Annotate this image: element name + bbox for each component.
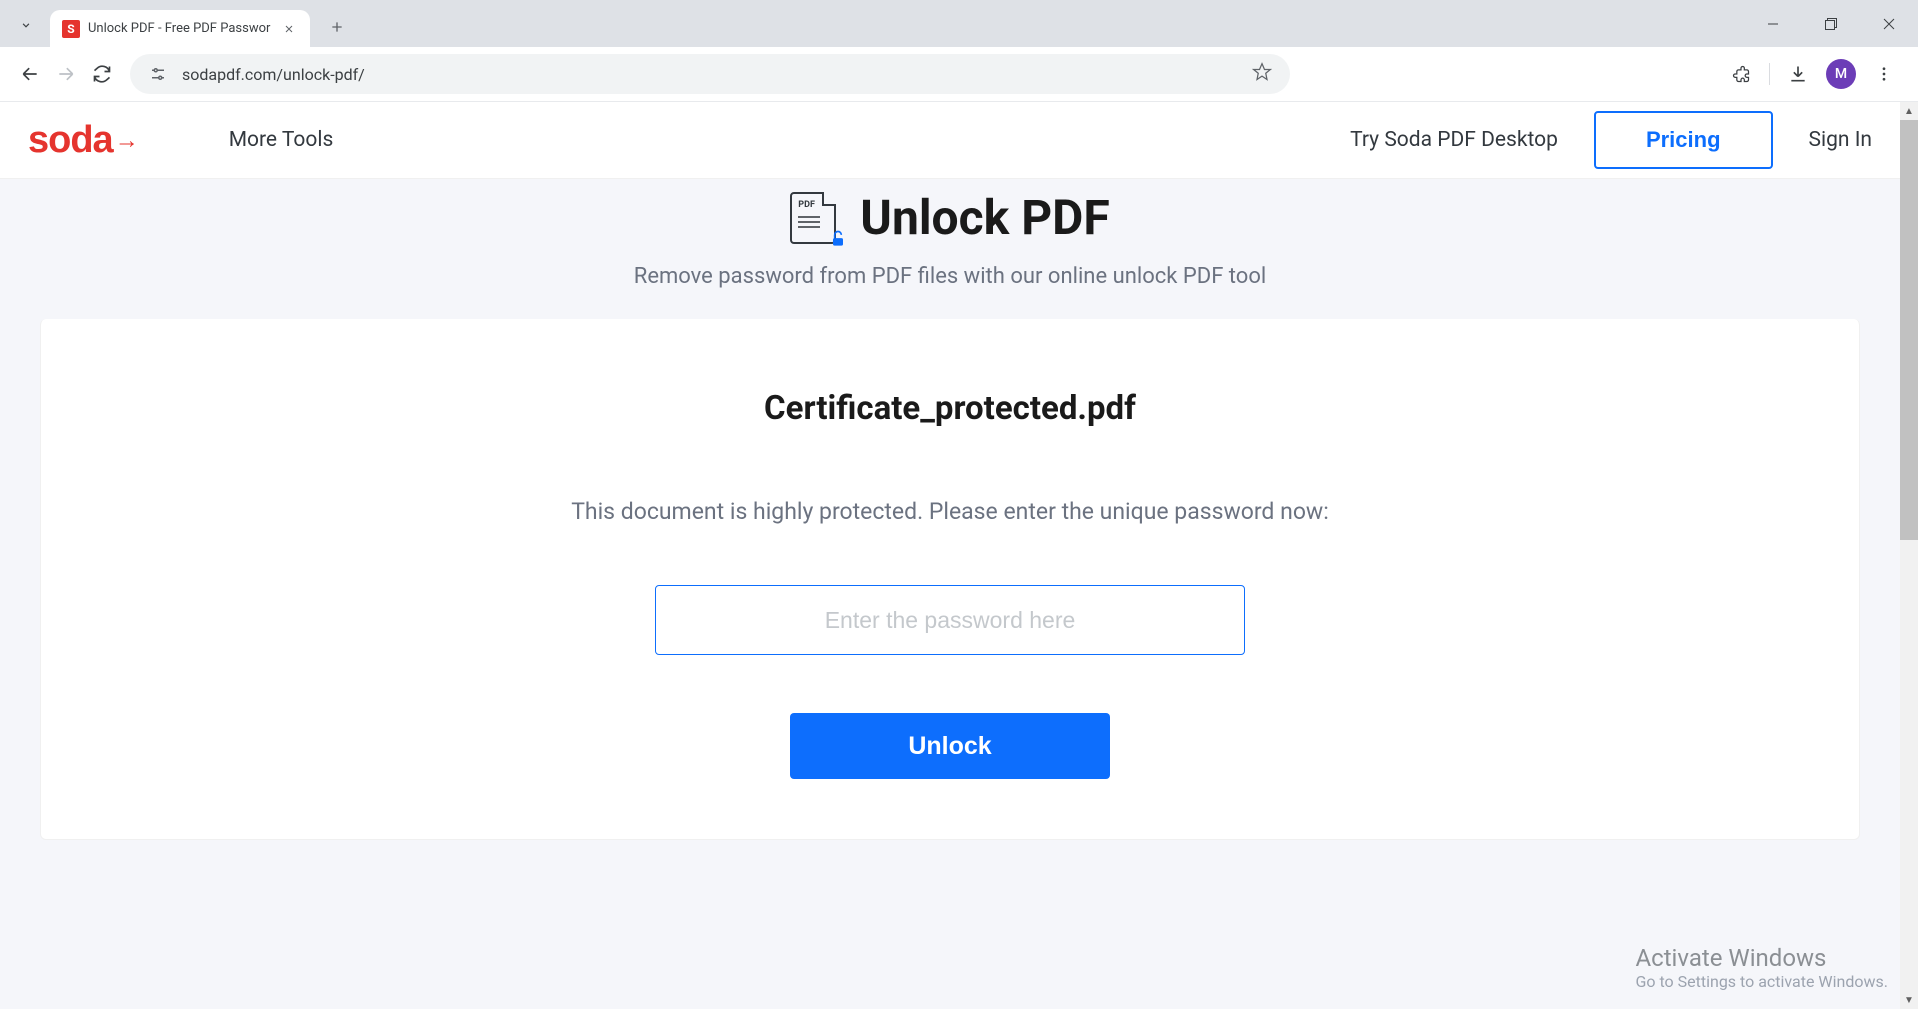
minimize-icon [1767,18,1779,30]
scrollbar-thumb[interactable] [1900,120,1918,540]
window-controls [1744,0,1918,47]
nav-sign-in[interactable]: Sign In [1809,128,1872,152]
puzzle-icon [1731,64,1751,84]
back-button[interactable] [12,56,48,92]
tab-close-button[interactable] [280,20,298,38]
browser-tab-strip: S Unlock PDF - Free PDF Passwor [0,0,1918,47]
favicon-icon: S [62,20,80,38]
logo[interactable]: soda → [28,119,139,162]
profile-button[interactable]: M [1826,59,1856,89]
filename-heading: Certificate_protected.pdf [81,389,1819,428]
chrome-menu-button[interactable] [1870,60,1898,88]
instruction-text: This document is highly protected. Pleas… [81,498,1819,525]
star-icon [1252,62,1272,82]
kebab-icon [1875,65,1893,83]
scrollbar[interactable]: ▲ ▼ [1900,102,1918,1009]
page-viewport: soda → More Tools Try Soda PDF Desktop P… [0,102,1918,1009]
page-title: Unlock PDF [860,189,1109,246]
logo-text: soda [28,119,113,162]
nav-try-desktop[interactable]: Try Soda PDF Desktop [1350,128,1558,152]
unlock-button[interactable]: Unlock [790,713,1110,779]
downloads-button[interactable] [1784,60,1812,88]
forward-button[interactable] [48,56,84,92]
unlock-card: Certificate_protected.pdf This document … [40,319,1860,840]
site-info-button[interactable] [148,64,168,84]
pdf-unlock-icon: PDF [790,192,840,244]
password-input[interactable] [655,585,1245,655]
tab-title: Unlock PDF - Free PDF Passwor [88,21,274,36]
browser-toolbar: sodapdf.com/unlock-pdf/ M [0,47,1918,102]
scrollbar-down-button[interactable]: ▼ [1900,991,1918,1009]
extensions-button[interactable] [1727,60,1755,88]
arrow-left-icon [20,64,40,84]
page-subtitle: Remove password from PDF files with our … [0,264,1900,289]
reload-button[interactable] [84,56,120,92]
tab-search-dropdown[interactable] [8,7,44,43]
close-window-button[interactable] [1860,0,1918,47]
arrow-right-icon [56,64,76,84]
close-icon [1883,18,1895,30]
address-bar[interactable]: sodapdf.com/unlock-pdf/ [130,54,1290,94]
url-text: sodapdf.com/unlock-pdf/ [182,65,365,84]
unlock-icon [828,229,848,249]
new-tab-button[interactable] [322,12,352,42]
minimize-button[interactable] [1744,0,1802,47]
chevron-down-icon [19,18,33,32]
tune-icon [149,65,167,83]
main-content: PDF Unlock PDF Remove password from PDF … [0,179,1900,1009]
reload-icon [92,64,112,84]
close-icon [283,23,295,35]
toolbar-divider [1769,63,1770,85]
logo-arrow-icon: → [115,126,139,155]
page-header: PDF Unlock PDF Remove password from PDF … [0,189,1900,319]
pricing-button[interactable]: Pricing [1594,111,1773,169]
nav-more-tools[interactable]: More Tools [229,128,334,152]
plus-icon [329,19,345,35]
maximize-button[interactable] [1802,0,1860,47]
scrollbar-up-button[interactable]: ▲ [1900,102,1918,120]
site-header: soda → More Tools Try Soda PDF Desktop P… [0,102,1900,179]
bookmark-button[interactable] [1252,62,1272,86]
download-icon [1788,64,1808,84]
browser-tab[interactable]: S Unlock PDF - Free PDF Passwor [50,10,310,47]
maximize-icon [1825,18,1837,30]
